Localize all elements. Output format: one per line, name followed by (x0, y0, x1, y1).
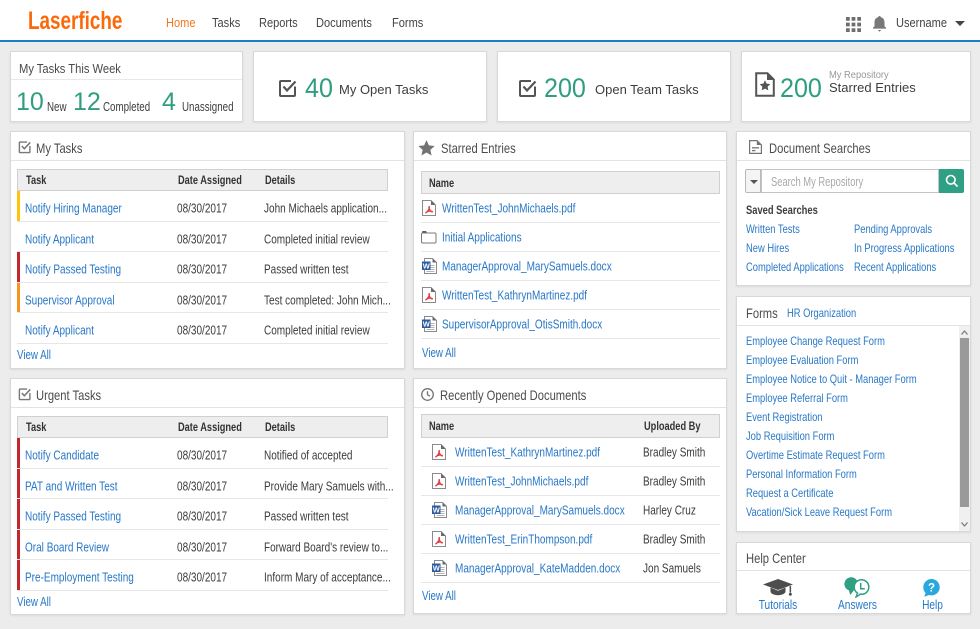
svg-text:W: W (433, 505, 441, 514)
svg-text:?: ? (928, 582, 935, 594)
svg-text:W: W (433, 563, 441, 572)
svg-text:W: W (423, 261, 431, 270)
svg-text:W: W (423, 319, 431, 328)
